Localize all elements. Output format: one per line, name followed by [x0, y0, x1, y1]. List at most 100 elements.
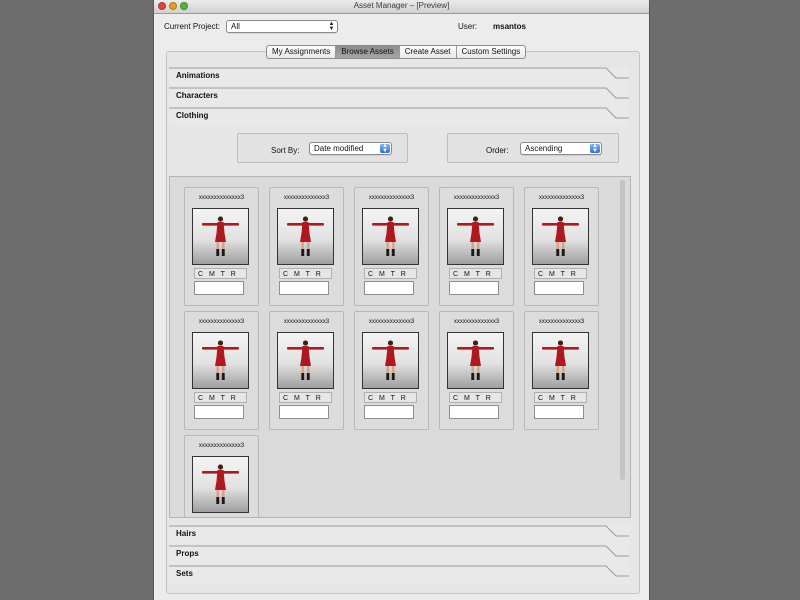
current-project-label: Current Project: [164, 22, 221, 31]
asset-name: xxxxxxxxxxxxxx3 [198, 319, 245, 325]
asset-name: xxxxxxxxxxxxxx3 [368, 319, 415, 325]
asset-thumbnail[interactable] [192, 208, 249, 265]
section-animations-label: Animations [176, 71, 220, 80]
asset-card[interactable]: xxxxxxxxxxxxxx3 C M T R E [184, 187, 259, 306]
asset-card[interactable]: xxxxxxxxxxxxxx3 C M T R E [269, 311, 344, 430]
asset-status-flags: C M T R E [194, 268, 247, 289]
asset-status-flags: C M T R E [194, 392, 247, 413]
asset-card[interactable]: xxxxxxxxxxxxxx3 C M T R E [524, 311, 599, 430]
asset-note-input[interactable] [279, 405, 329, 419]
order-group: Order: Ascending ▲ ▼ [447, 133, 619, 163]
asset-card[interactable]: xxxxxxxxxxxxxx3 C M T R E [184, 311, 259, 430]
section-divider-icon [169, 67, 629, 79]
asset-name: xxxxxxxxxxxxxx3 [283, 195, 330, 201]
section-props-label: Props [176, 549, 199, 558]
section-divider-icon [169, 565, 629, 577]
asset-note-input[interactable] [534, 405, 584, 419]
section-sets[interactable]: Sets [169, 565, 629, 584]
asset-note-input[interactable] [279, 281, 329, 295]
tab-browse-assets[interactable]: Browse Assets [336, 46, 400, 58]
section-characters[interactable]: Characters [169, 87, 629, 106]
section-props[interactable]: Props [169, 545, 629, 564]
asset-thumbnail[interactable] [362, 208, 419, 265]
asset-status-flags: C M T R E [534, 268, 587, 289]
sort-by-select[interactable]: Date modified ▲ ▼ [309, 142, 392, 155]
asset-note-input[interactable] [364, 281, 414, 295]
current-project-value: All [231, 22, 240, 31]
asset-thumbnail[interactable] [192, 456, 249, 513]
asset-card[interactable]: xxxxxxxxxxxxxx3 C M T R E [439, 311, 514, 430]
asset-card[interactable]: xxxxxxxxxxxxxx3 C M T R E [354, 187, 429, 306]
asset-thumbnail[interactable] [447, 208, 504, 265]
asset-thumbnail[interactable] [192, 332, 249, 389]
asset-status-flags: C M T R E [449, 268, 502, 289]
asset-grid[interactable]: xxxxxxxxxxxxxx3 C M T R E xxxxxxxxxxxxxx3 C… [169, 176, 631, 518]
asset-status-flags: C M T R E [449, 392, 502, 413]
asset-thumbnail[interactable] [362, 332, 419, 389]
tab-my-assignments[interactable]: My Assignments [267, 46, 337, 58]
section-animations[interactable]: Animations [169, 67, 629, 86]
character-figure-icon [372, 216, 409, 256]
character-figure-icon [542, 340, 579, 380]
character-figure-icon [287, 340, 324, 380]
asset-note-input[interactable] [364, 405, 414, 419]
asset-name: xxxxxxxxxxxxxx3 [538, 195, 585, 201]
user-label: User: [458, 22, 478, 31]
asset-status-flags: C M T R E [279, 268, 332, 289]
asset-name: xxxxxxxxxxxxxx3 [198, 443, 245, 449]
character-figure-icon [457, 340, 494, 380]
asset-name: xxxxxxxxxxxxxx3 [283, 319, 330, 325]
main-tabs: My Assignments Browse Assets Create Asset C… [266, 45, 527, 59]
character-figure-icon [202, 464, 239, 504]
asset-status-flags: C M T R E [534, 392, 587, 413]
tab-custom-settings[interactable]: Custom Settings [457, 46, 526, 58]
asset-name: xxxxxxxxxxxxxx3 [453, 319, 500, 325]
sort-by-value: Date modified [314, 144, 364, 153]
character-figure-icon [542, 216, 579, 256]
asset-thumbnail[interactable] [277, 332, 334, 389]
section-divider-icon [169, 525, 629, 537]
asset-note-input[interactable] [449, 281, 499, 295]
asset-thumbnail[interactable] [447, 332, 504, 389]
asset-thumbnail[interactable] [532, 208, 589, 265]
user-name: msantos [493, 22, 526, 31]
section-clothing-label: Clothing [176, 111, 209, 120]
section-divider-icon [169, 87, 629, 99]
select-arrows-icon: ▲ ▼ [380, 143, 390, 154]
asset-name: xxxxxxxxxxxxxx3 [198, 195, 245, 201]
section-hairs-label: Hairs [176, 529, 197, 538]
asset-note-input[interactable] [449, 405, 499, 419]
asset-card[interactable]: xxxxxxxxxxxxxx3 [184, 435, 259, 517]
section-sets-label: Sets [176, 569, 193, 578]
section-clothing[interactable]: Clothing [169, 107, 629, 126]
sort-by-group: Sort By: Date modified ▲ ▼ [237, 133, 408, 163]
asset-card[interactable]: xxxxxxxxxxxxxx3 C M T R E [524, 187, 599, 306]
asset-card[interactable]: xxxxxxxxxxxxxx3 C M T R E [354, 311, 429, 430]
asset-name: xxxxxxxxxxxxxx3 [368, 195, 415, 201]
asset-note-input[interactable] [534, 281, 584, 295]
order-select[interactable]: Ascending ▲ ▼ [520, 142, 602, 155]
character-figure-icon [202, 216, 239, 256]
character-figure-icon [372, 340, 409, 380]
asset-card[interactable]: xxxxxxxxxxxxxx3 C M T R E [269, 187, 344, 306]
asset-note-input[interactable] [194, 405, 244, 419]
asset-card[interactable]: xxxxxxxxxxxxxx3 C M T R E [439, 187, 514, 306]
tab-create-asset[interactable]: Create Asset [400, 46, 457, 58]
asset-grid-scrollbar[interactable] [620, 180, 625, 480]
section-divider-icon [169, 107, 629, 119]
section-hairs[interactable]: Hairs [169, 525, 629, 544]
asset-thumbnail[interactable] [277, 208, 334, 265]
asset-thumbnail[interactable] [532, 332, 589, 389]
title-bar[interactable]: Asset Manager – [Preview] [154, 0, 649, 14]
asset-manager-window: Asset Manager – [Preview] Current Projec… [153, 0, 650, 600]
section-characters-label: Characters [176, 91, 218, 100]
select-arrows-icon: ▲ ▼ [590, 143, 600, 154]
select-arrows-icon: ▲ ▼ [328, 21, 335, 32]
window-title: Asset Manager – [Preview] [353, 1, 450, 10]
current-project-select[interactable]: All ▲ ▼ [226, 20, 338, 33]
asset-status-flags: C M T R E [364, 392, 417, 413]
asset-note-input[interactable] [194, 281, 244, 295]
order-value: Ascending [525, 144, 563, 153]
section-divider-icon [169, 545, 629, 557]
character-figure-icon [202, 340, 239, 380]
